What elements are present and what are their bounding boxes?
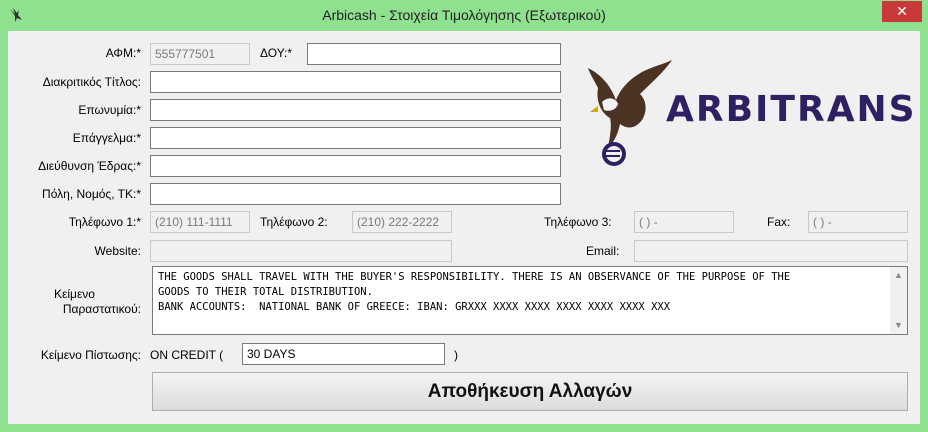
afm-field[interactable]: 555777501 (150, 43, 250, 65)
phone1-field[interactable]: (210) 111-1111 (150, 211, 250, 233)
eagle-euro-icon (588, 60, 672, 166)
website-field[interactable] (150, 240, 452, 262)
doc-text-area[interactable]: THE GOODS SHALL TRAVEL WITH THE BUYER'S … (152, 266, 908, 335)
city-field[interactable] (150, 183, 561, 205)
website-label: Website: (94, 244, 141, 258)
title-bar: Arbicash - Στοιχεία Τιμολόγησης (Εξωτερι… (0, 0, 928, 31)
memo-scrollbar[interactable]: ▲ ▼ (890, 267, 907, 334)
credit-suffix: ) (454, 348, 458, 362)
email-field[interactable] (634, 240, 908, 262)
fax-field[interactable]: ( ) - (808, 211, 908, 233)
close-button[interactable]: ✕ (882, 1, 922, 22)
fax-label: Fax: (767, 215, 791, 229)
phone3-field[interactable]: ( ) - (634, 211, 734, 233)
window-title: Arbicash - Στοιχεία Τιμολόγησης (Εξωτερι… (322, 7, 606, 23)
name-field[interactable] (150, 99, 561, 121)
doc-text-content: THE GOODS SHALL TRAVEL WITH THE BUYER'S … (158, 271, 791, 313)
save-changes-button[interactable]: Αποθήκευση Αλλαγών (152, 372, 908, 411)
credit-days-field[interactable]: 30 DAYS (242, 343, 445, 365)
afm-label: ΑΦΜ:* (105, 46, 141, 60)
scroll-up-icon[interactable]: ▲ (894, 270, 903, 280)
arbitrans-logo: ARBITRANS (584, 60, 915, 175)
doy-field[interactable] (307, 43, 561, 65)
address-field[interactable] (150, 155, 561, 177)
city-label: Πόλη, Νομός, ΤΚ:* (42, 187, 141, 201)
phone2-field[interactable]: (210) 222-2222 (352, 211, 452, 233)
title-field[interactable] (150, 71, 561, 93)
phone2-label: Τηλέφωνο 2: (260, 215, 328, 229)
email-label: Email: (586, 244, 620, 258)
credit-label: Κείμενο Πίστωσης: (40, 348, 141, 362)
phone3-label: Τηλέφωνο 3: (544, 215, 612, 229)
profession-field[interactable] (150, 127, 561, 149)
address-label: Διεύθυνση Έδρας:* (38, 159, 141, 173)
title-label: Διακριτικός Τίτλος: (42, 75, 141, 89)
name-label: Επωνυμία:* (78, 103, 141, 117)
form-panel: ΑΦΜ:* 555777501 ΔΟΥ:* Διακριτικός Τίτλος… (8, 31, 920, 424)
scroll-down-icon[interactable]: ▼ (894, 320, 903, 330)
credit-prefix: ON CREDIT ( (150, 348, 224, 362)
logo-text: ARBITRANS (666, 89, 917, 130)
app-window: Arbicash - Στοιχεία Τιμολόγησης (Εξωτερι… (0, 0, 928, 432)
profession-label: Επάγγελμα:* (72, 131, 141, 145)
phone1-label: Τηλέφωνο 1:* (68, 215, 141, 229)
doc-text-label-line2: Παραστατικού: (62, 302, 141, 316)
doc-text-label-line1: Κείμενο (54, 287, 95, 301)
doy-label: ΔΟΥ:* (260, 46, 293, 60)
